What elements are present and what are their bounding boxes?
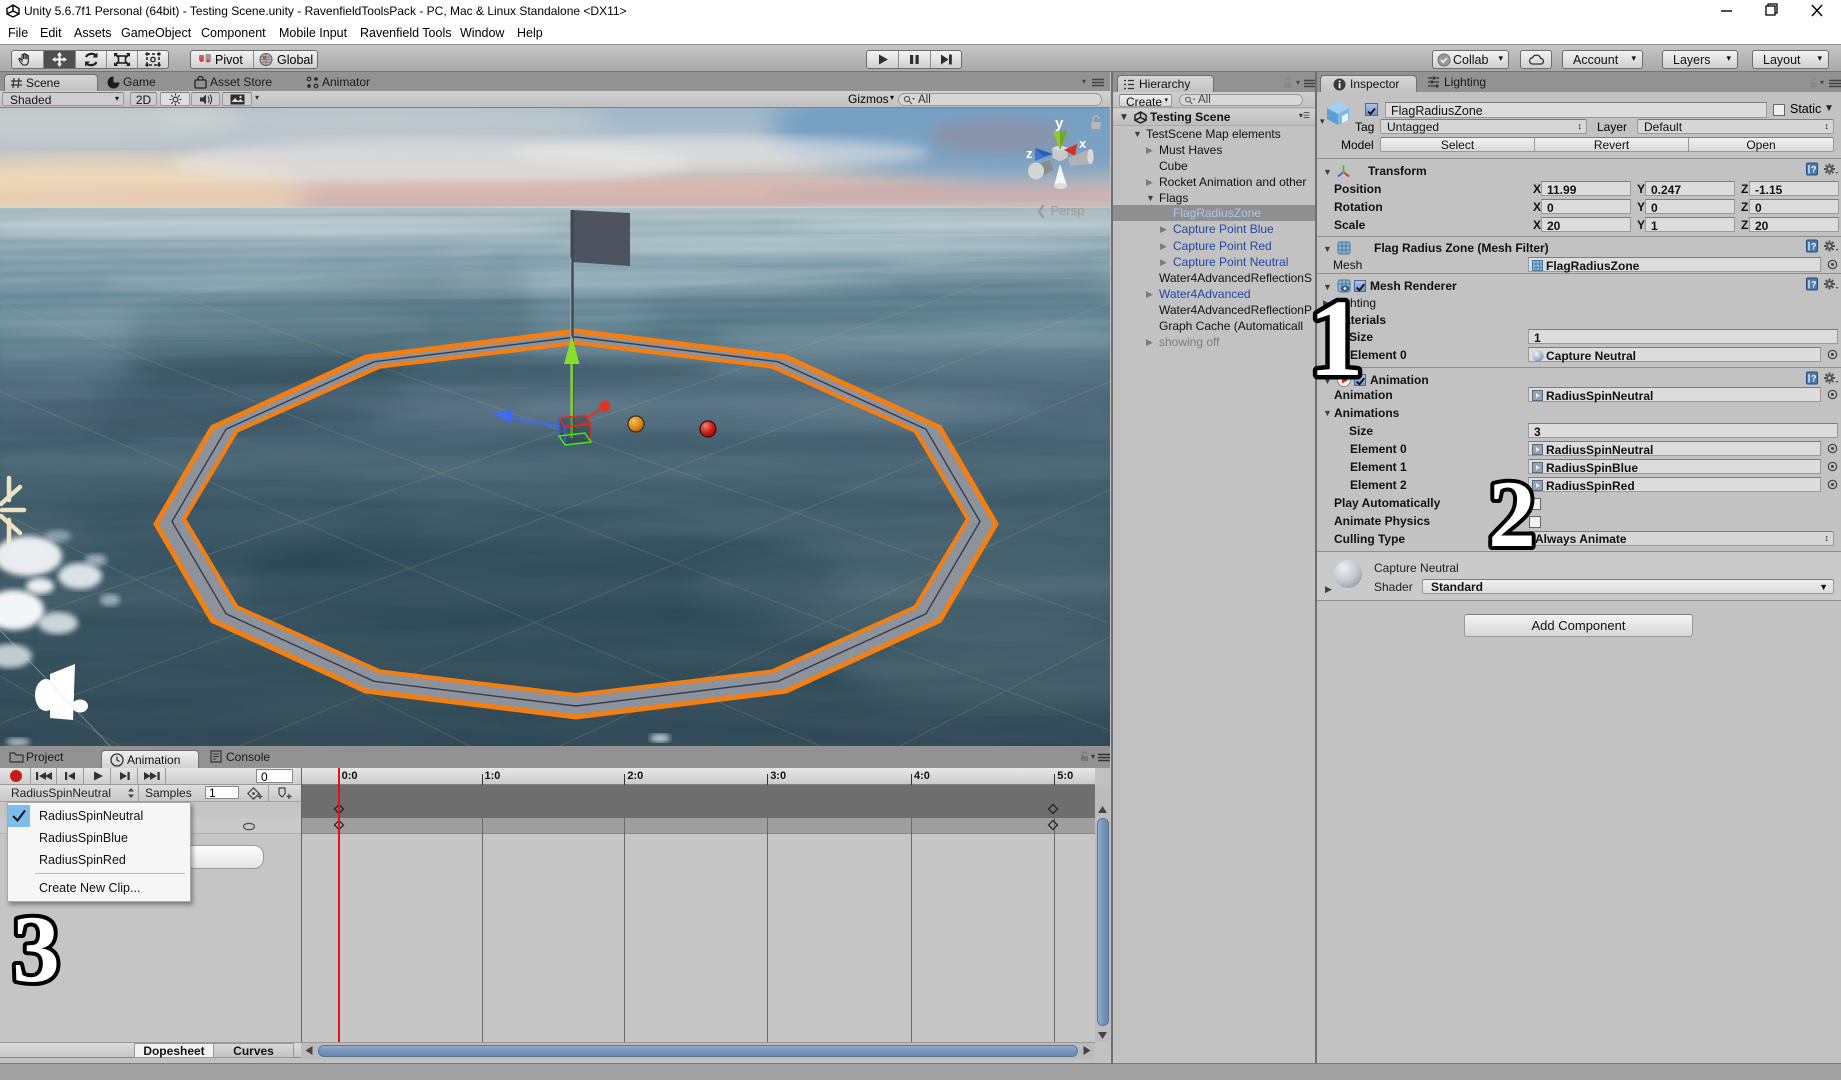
svg-text:?: ? <box>1811 280 1817 290</box>
svg-text:3: 3 <box>12 896 60 1002</box>
svg-text:2: 2 <box>1488 461 1536 567</box>
svg-text:y: y <box>1055 115 1064 132</box>
svg-text:1: 1 <box>1309 277 1364 399</box>
svg-text:x: x <box>1079 136 1087 151</box>
svg-text:?: ? <box>1811 374 1817 384</box>
svg-text:z: z <box>1026 146 1033 161</box>
svg-text:?: ? <box>1811 242 1817 252</box>
svg-text:?: ? <box>1811 165 1817 175</box>
svg-text:❮ Persp: ❮ Persp <box>1036 203 1084 219</box>
